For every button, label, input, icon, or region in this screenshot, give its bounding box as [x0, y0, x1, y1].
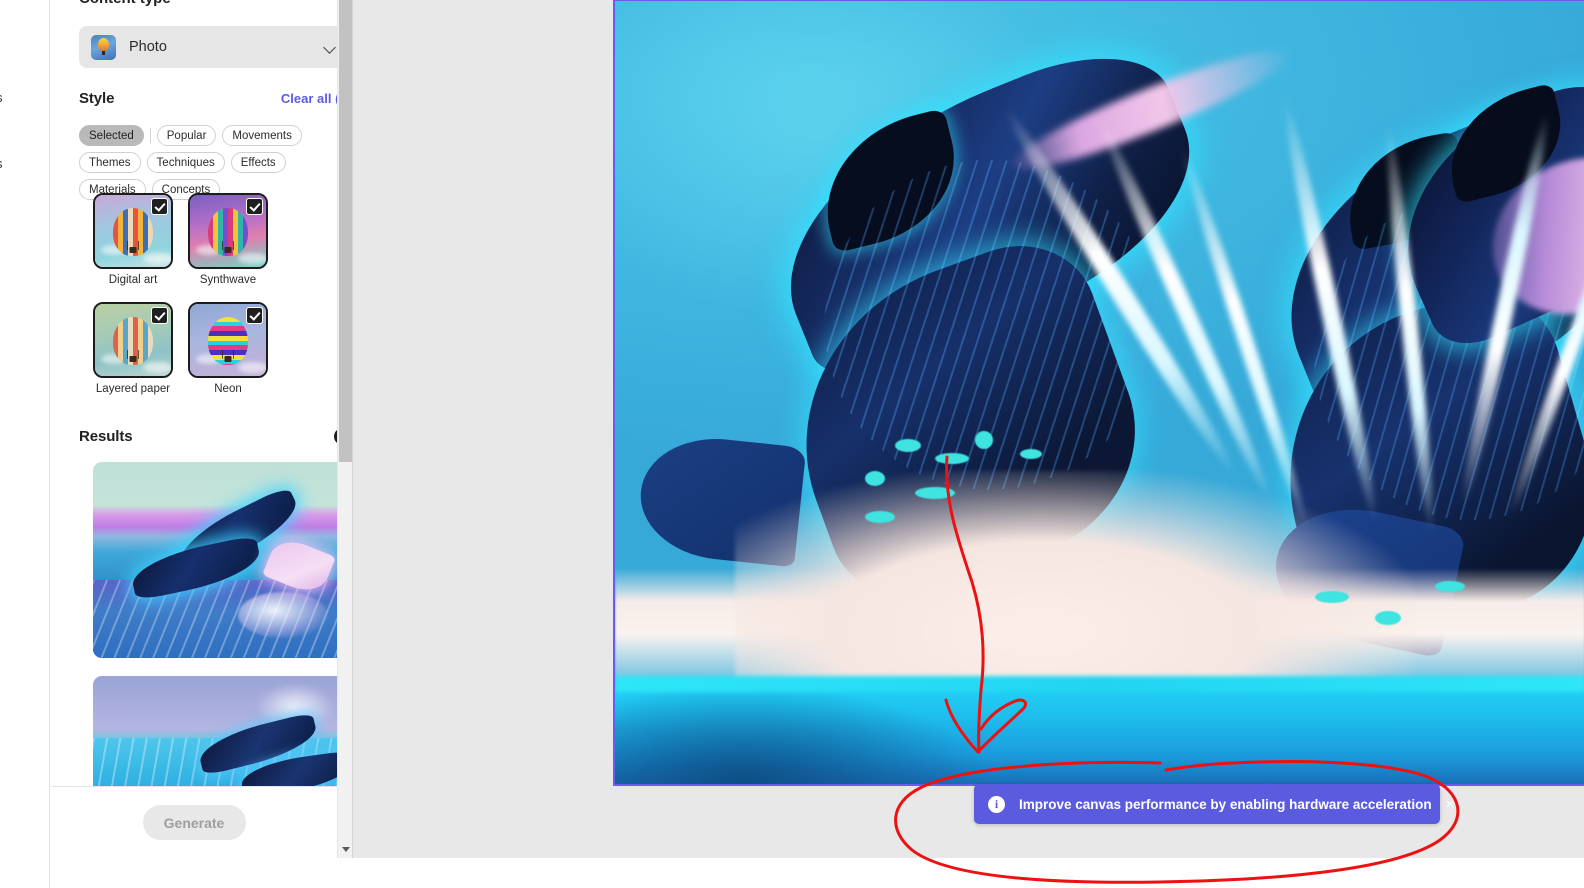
clear-all-link[interactable]: Clear all (4) [281, 91, 337, 106]
chip-divider [149, 128, 151, 143]
info-icon: i [988, 795, 1005, 813]
toast-message: Improve canvas performance by enabling h… [1019, 796, 1432, 812]
result-thumbnail[interactable] [93, 462, 337, 658]
style-chip-effects[interactable]: Effects [230, 152, 286, 173]
scroll-down-arrow-icon[interactable] [338, 840, 353, 858]
checkmark-icon[interactable] [151, 198, 168, 215]
results-section-header: Results i [79, 428, 337, 445]
adjacent-panel-sliver: s s [0, 0, 50, 888]
style-chip-selected[interactable]: Selected [79, 125, 144, 146]
image-canvas[interactable] [613, 0, 1584, 786]
style-option[interactable]: Layered paper [93, 302, 173, 395]
page-bottom-whitespace [352, 858, 1584, 888]
canvas-workspace[interactable]: i Improve canvas performance by enabling… [352, 0, 1584, 858]
style-option-label: Neon [214, 383, 242, 395]
style-option[interactable]: Digital art [93, 193, 173, 286]
content-type-heading: Content type [79, 0, 171, 7]
style-chip-popular[interactable]: Popular [156, 125, 217, 146]
result-thumbnail[interactable] [93, 676, 337, 786]
style-chip-themes[interactable]: Themes [79, 152, 141, 173]
style-filter-chips: Selected Popular Movements Themes Techniques… [79, 125, 337, 200]
style-option[interactable]: Neon [188, 302, 268, 395]
panel-scrollbar-track[interactable] [337, 0, 352, 858]
style-preview-thumbnail[interactable] [93, 302, 173, 378]
generated-artwork [615, 1, 1584, 784]
content-type-select[interactable]: Photo [79, 26, 337, 68]
style-chip-techniques[interactable]: Techniques [146, 152, 225, 173]
hot-air-balloon-thumb-icon [91, 34, 116, 60]
generate-bar: Generate [51, 786, 337, 858]
style-option[interactable]: Synthwave [188, 193, 268, 286]
sliver-text-fragment-2: s [0, 156, 3, 171]
content-type-value: Photo [129, 39, 167, 55]
style-preview-thumbnail[interactable] [188, 193, 268, 269]
style-section-header: Style Clear all (4) [79, 90, 337, 107]
panel-scrollbar-thumb[interactable] [339, 0, 352, 462]
style-heading: Style [79, 90, 115, 107]
checkmark-icon[interactable] [246, 198, 263, 215]
style-option-label: Layered paper [95, 383, 171, 395]
sliver-text-fragment-1: s [0, 90, 3, 105]
chevron-down-icon [324, 43, 337, 51]
close-icon[interactable]: × [1440, 787, 1461, 821]
style-preview-thumbnail[interactable] [188, 302, 268, 378]
results-heading: Results [79, 428, 133, 445]
toast-notification: i Improve canvas performance by enabling… [974, 784, 1454, 824]
checkmark-icon[interactable] [151, 307, 168, 324]
properties-panel: Content type Photo Style Clear all (4) S… [51, 0, 337, 858]
style-preview-thumbnail[interactable] [93, 193, 173, 269]
style-chip-movements[interactable]: Movements [222, 125, 302, 146]
style-thumbnail-grid: Digital art Synthwave Layered paper Neon [93, 193, 337, 395]
style-option-label: Digital art [108, 274, 158, 286]
generate-button[interactable]: Generate [142, 805, 246, 840]
checkmark-icon[interactable] [246, 307, 263, 324]
style-option-label: Synthwave [199, 274, 257, 286]
app-root: s s Content type Photo Style Clear all (… [0, 0, 1584, 888]
